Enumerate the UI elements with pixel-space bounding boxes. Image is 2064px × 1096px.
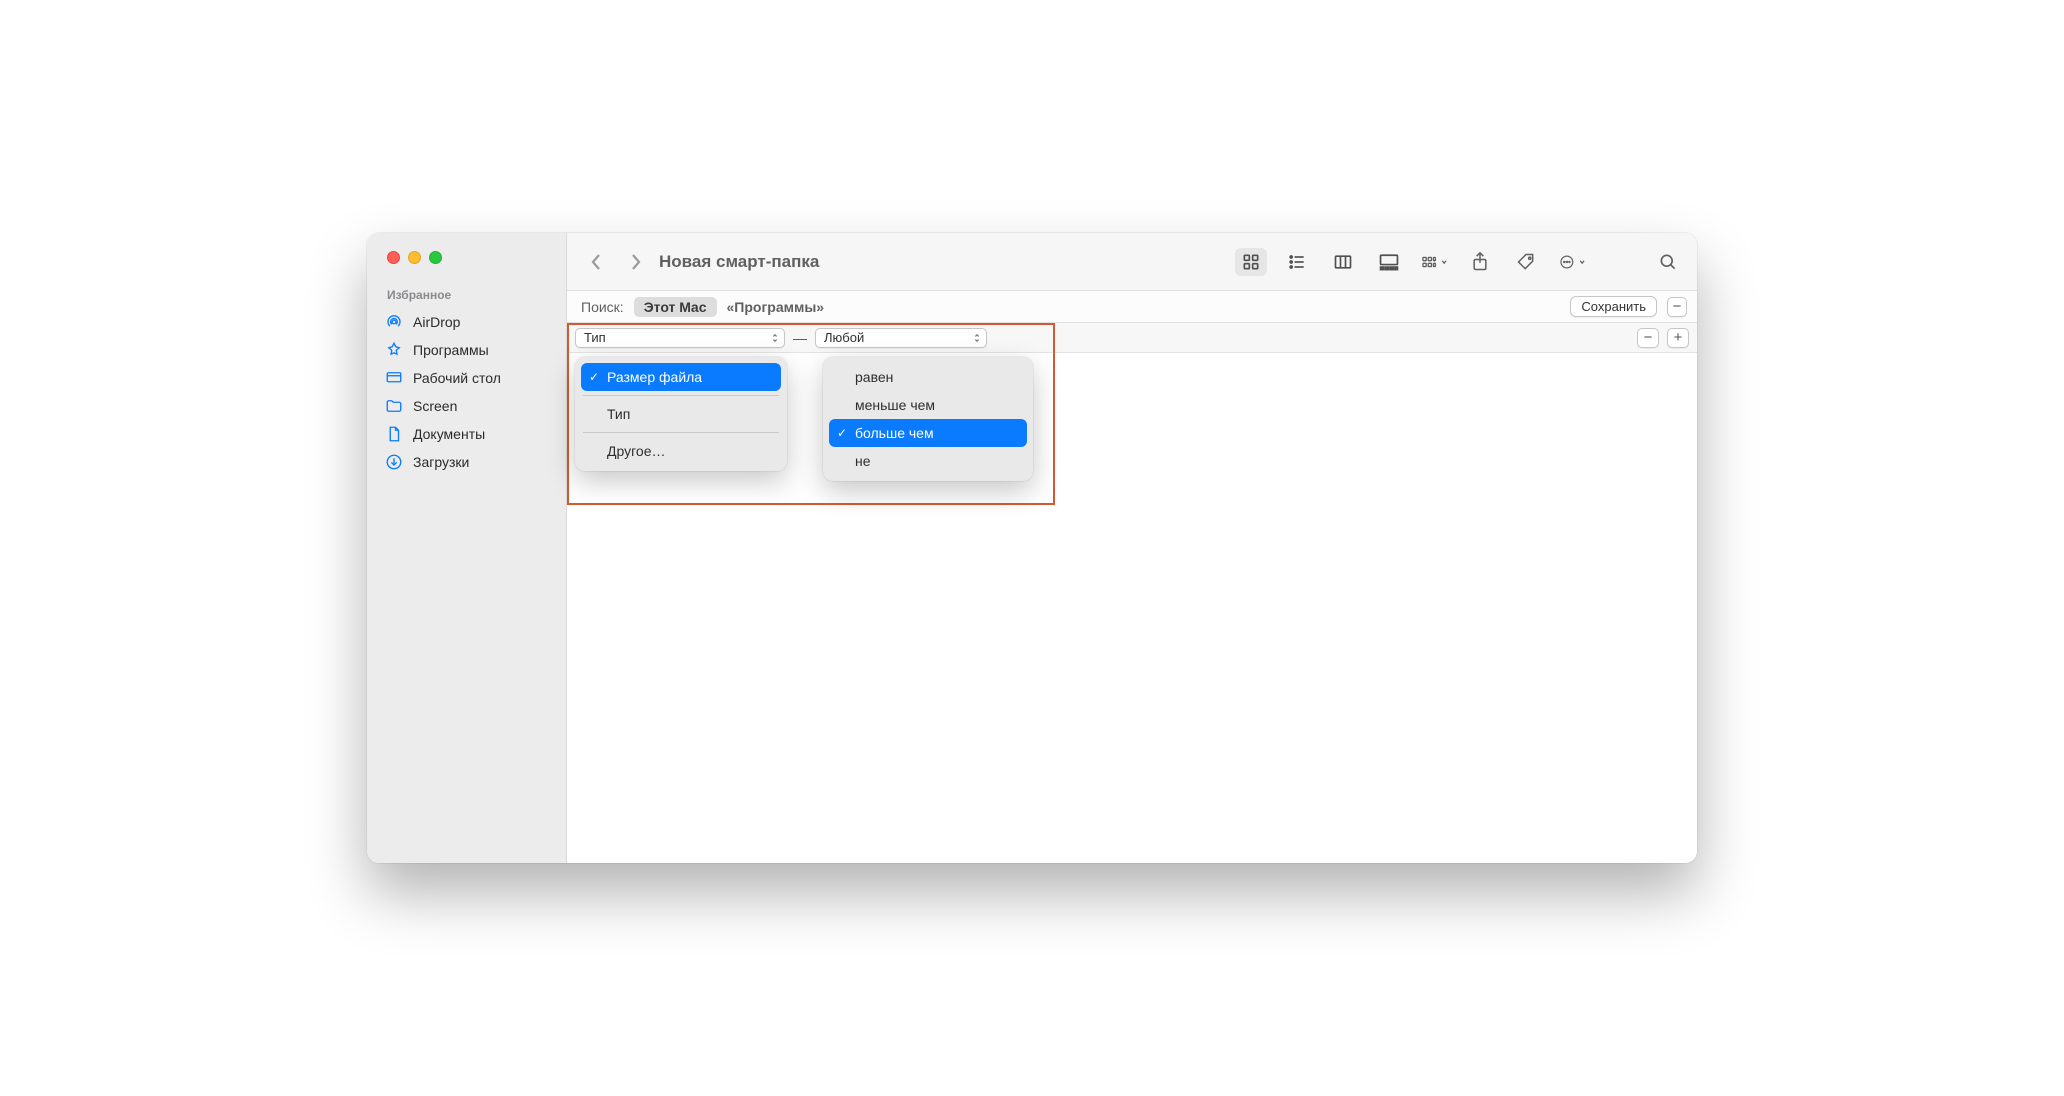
toolbar: Новая смарт-папка — [567, 233, 1697, 291]
sidebar-item-label: Рабочий стол — [413, 370, 501, 386]
airdrop-icon — [385, 313, 403, 331]
comparator-dropdown: равен меньше чем больше чем не — [823, 357, 1033, 481]
scope-applications[interactable]: «Программы» — [727, 299, 825, 315]
dropdown-separator — [583, 432, 779, 433]
remove-search-button[interactable]: − — [1667, 297, 1687, 317]
rules-area: Тип — Любой − + — [567, 323, 1697, 863]
group-by-button[interactable] — [1421, 249, 1447, 275]
search-label: Поиск: — [581, 299, 624, 315]
sidebar-section-label: Избранное — [367, 284, 566, 308]
close-window-button[interactable] — [387, 251, 400, 264]
main-pane: Новая смарт-папка — [567, 233, 1697, 863]
sidebar-item-screen[interactable]: Screen — [367, 392, 566, 420]
apps-icon — [385, 341, 403, 359]
rule-attribute-select[interactable]: Тип — [575, 328, 785, 348]
dropdown-item-less-than[interactable]: меньше чем — [829, 391, 1027, 419]
folder-icon — [385, 397, 403, 415]
dropdown-item-greater-than[interactable]: больше чем — [829, 419, 1027, 447]
search-scope-bar: Поиск: Этот Mac «Программы» Сохранить − — [567, 291, 1697, 323]
list-view-button[interactable] — [1281, 248, 1313, 276]
sidebar-item-airdrop[interactable]: AirDrop — [367, 308, 566, 336]
dropdown-item-not[interactable]: не — [829, 447, 1027, 475]
dropdown-item-other[interactable]: Другое… — [581, 437, 781, 465]
finder-window: Избранное AirDrop Программы Рабочий стол — [367, 233, 1697, 863]
sidebar-item-desktop[interactable]: Рабочий стол — [367, 364, 566, 392]
rule-attribute-value: Тип — [584, 330, 606, 345]
actions-menu-button[interactable] — [1559, 249, 1585, 275]
search-button[interactable] — [1655, 249, 1681, 275]
tags-button[interactable] — [1513, 249, 1539, 275]
share-button[interactable] — [1467, 249, 1493, 275]
rule-dash: — — [793, 330, 807, 346]
view-mode-group — [1235, 248, 1405, 276]
minimize-window-button[interactable] — [408, 251, 421, 264]
sidebar-item-downloads[interactable]: Загрузки — [367, 448, 566, 476]
sidebar-item-label: Программы — [413, 342, 489, 358]
chevron-updown-icon — [771, 332, 779, 344]
desktop-icon — [385, 369, 403, 387]
sidebar-item-documents[interactable]: Документы — [367, 420, 566, 448]
chevron-updown-icon — [973, 332, 981, 344]
window-title: Новая смарт-папка — [659, 252, 819, 272]
rule-value-text: Любой — [824, 330, 864, 345]
sidebar-item-label: AirDrop — [413, 314, 460, 330]
window-controls — [367, 251, 566, 264]
sidebar-item-label: Документы — [413, 426, 485, 442]
icon-view-button[interactable] — [1235, 248, 1267, 276]
rule-value-select[interactable]: Любой — [815, 328, 987, 348]
nav-forward-button[interactable] — [629, 253, 643, 271]
sidebar-item-label: Screen — [413, 398, 457, 414]
scope-this-mac[interactable]: Этот Mac — [634, 297, 717, 317]
sidebar-item-label: Загрузки — [413, 454, 469, 470]
dropdown-item-equals[interactable]: равен — [829, 363, 1027, 391]
attribute-dropdown: Размер файла Тип Другое… — [575, 357, 787, 471]
column-view-button[interactable] — [1327, 248, 1359, 276]
dropdown-item-kind[interactable]: Тип — [581, 400, 781, 428]
add-rule-button[interactable]: + — [1667, 328, 1689, 348]
gallery-view-button[interactable] — [1373, 248, 1405, 276]
remove-rule-button[interactable]: − — [1637, 328, 1659, 348]
save-search-button[interactable]: Сохранить — [1570, 296, 1657, 317]
sidebar: Избранное AirDrop Программы Рабочий стол — [367, 233, 567, 863]
fullscreen-window-button[interactable] — [429, 251, 442, 264]
dropdown-separator — [583, 395, 779, 396]
downloads-icon — [385, 453, 403, 471]
dropdown-item-file-size[interactable]: Размер файла — [581, 363, 781, 391]
nav-back-button[interactable] — [589, 253, 603, 271]
sidebar-item-apps[interactable]: Программы — [367, 336, 566, 364]
rule-row: Тип — Любой − + — [567, 323, 1697, 353]
document-icon — [385, 425, 403, 443]
